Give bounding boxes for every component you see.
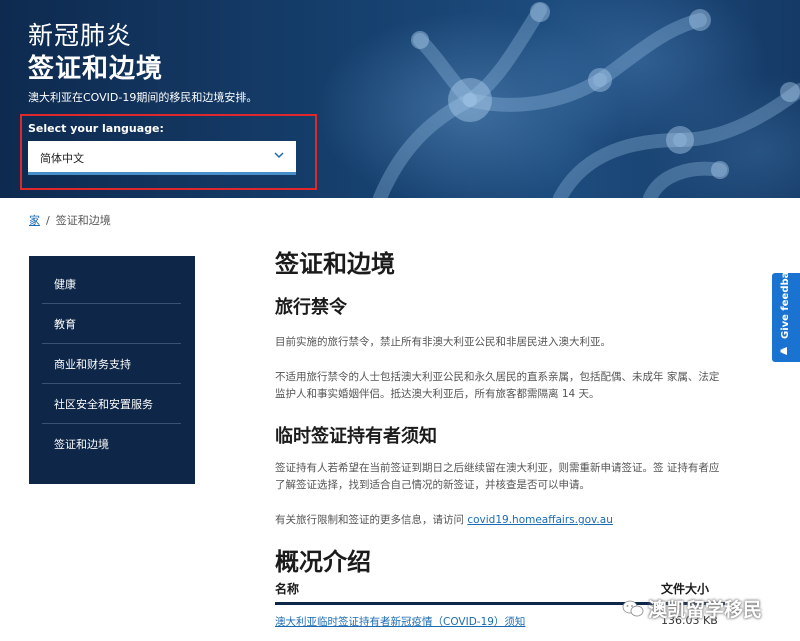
breadcrumb: 家 / 签证和边境 (29, 212, 111, 228)
language-select[interactable]: 简体中文 (28, 141, 296, 175)
breadcrumb-current: 签证和边境 (55, 214, 111, 227)
chevron-down-icon (274, 152, 284, 159)
travel-ban-paragraph-2: 不适用旅行禁令的人士包括澳大利亚公民和永久居民的直系亲属，包括配偶、未成年 家属… (275, 371, 720, 400)
more-info-paragraph: 有关旅行限制和签证的更多信息，请访问 covid19.homeaffairs.g… (275, 512, 725, 529)
breadcrumb-separator: / (46, 214, 50, 227)
overview-heading: 概况介绍 (275, 548, 371, 576)
table-header-name: 名称 (275, 582, 300, 596)
breadcrumb-home-link[interactable]: 家 (29, 214, 40, 227)
language-selected-value: 简体中文 (40, 152, 84, 165)
travel-ban-paragraph-1: 目前实施的旅行禁令，禁止所有非澳大利亚公民和非居民进入澳大利亚。 (275, 336, 611, 348)
temp-visa-paragraph: 签证持有人若希望在当前签证到期日之后继续留在澳大利亚，则需重新申请签证。签 证持… (275, 462, 720, 491)
sidebar-item-health[interactable]: 健康 (42, 264, 181, 304)
megaphone-icon (780, 347, 787, 355)
wechat-watermark: 澳凯留学移民 (622, 595, 762, 622)
sidebar-item-education[interactable]: 教育 (42, 304, 181, 344)
sidebar-nav: 健康 教育 商业和财务支持 社区安全和安置服务 签证和边境 (29, 256, 195, 484)
sidebar-item-community-safety[interactable]: 社区安全和安置服务 (42, 384, 181, 424)
sidebar-item-visas-borders[interactable]: 签证和边境 (42, 424, 181, 464)
wechat-icon (622, 600, 644, 616)
temp-visa-heading: 临时签证持有者须知 (275, 426, 437, 447)
page-title: 签证和边境 (275, 250, 395, 278)
hero-subtitle: 澳大利亚在COVID-19期间的移民和边境安排。 (28, 91, 258, 104)
give-feedback-label: Give feedback (780, 259, 791, 339)
sidebar-item-business-finance[interactable]: 商业和财务支持 (42, 344, 181, 384)
homeaffairs-link[interactable]: covid19.homeaffairs.gov.au (467, 514, 613, 526)
hero-title-line2: 签证和边境 (28, 54, 164, 84)
document-link[interactable]: 澳大利亚临时签证持有者新冠疫情（COVID-19）须知 (275, 614, 525, 629)
hero-title-line1: 新冠肺炎 (28, 21, 133, 50)
language-label: Select your language: (28, 122, 164, 135)
more-info-text: 有关旅行限制和签证的更多信息，请访问 (275, 514, 468, 526)
give-feedback-tab[interactable]: Give feedback (772, 259, 800, 362)
watermark-text: 澳凯留学移民 (648, 599, 763, 621)
travel-ban-heading: 旅行禁令 (275, 297, 347, 318)
